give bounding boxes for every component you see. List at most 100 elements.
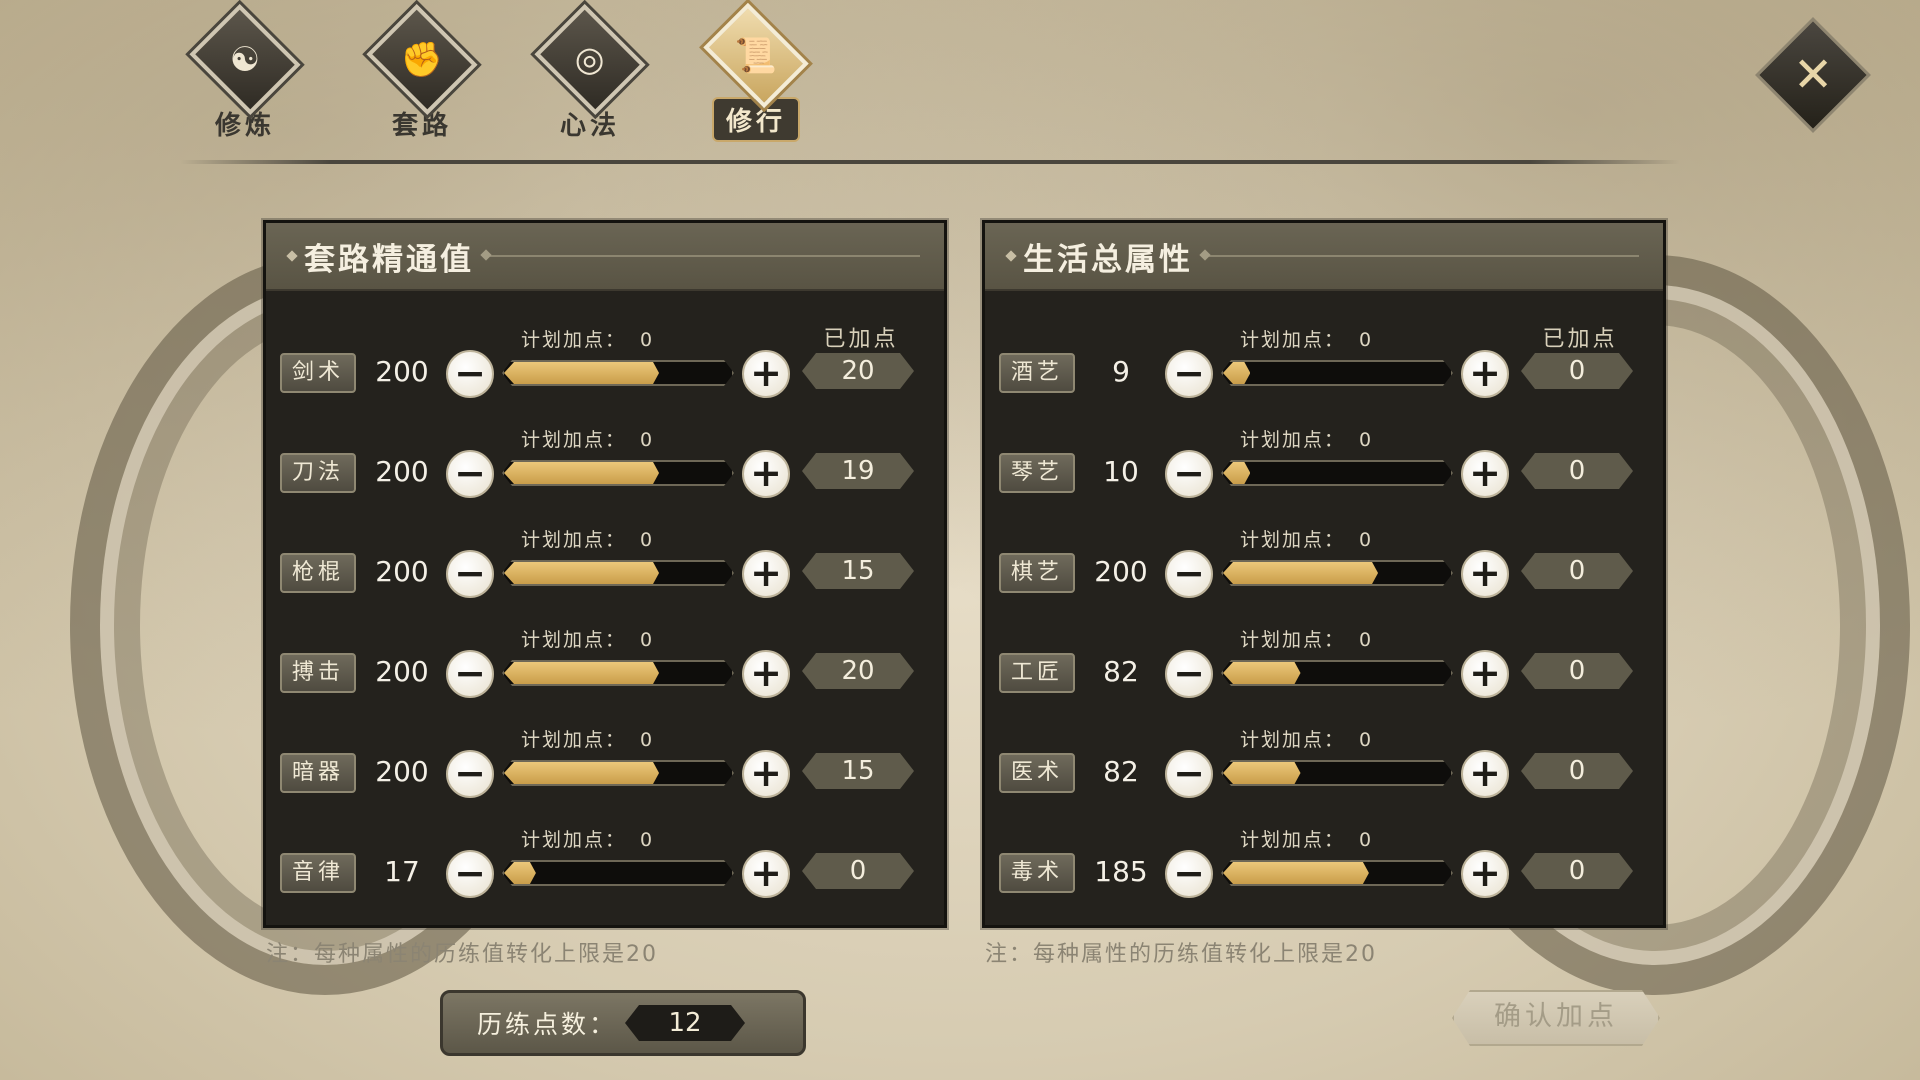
planned-points-value: 0 bbox=[1359, 529, 1374, 551]
progress-fill bbox=[504, 762, 659, 784]
increase-button[interactable]: + bbox=[742, 650, 790, 698]
decrease-button[interactable]: − bbox=[446, 850, 494, 898]
progress-fill bbox=[504, 862, 536, 884]
attribute-row: 毒术 185 计划加点： 0 − +0 bbox=[985, 803, 1663, 903]
decrease-button[interactable]: − bbox=[1165, 850, 1213, 898]
progress-bar bbox=[1221, 560, 1453, 586]
decrease-button[interactable]: − bbox=[1165, 750, 1213, 798]
progress-bar bbox=[1221, 360, 1453, 386]
tab-mind-method[interactable]: ◎ 心法 bbox=[515, 3, 665, 142]
decrease-button[interactable]: − bbox=[1165, 650, 1213, 698]
close-icon: ✕ bbox=[1792, 47, 1834, 103]
attribute-value: 200 bbox=[375, 455, 429, 488]
conversion-note-right: 注：每种属性的历练值转化上限是20 bbox=[985, 942, 1377, 967]
attribute-name: 搏击 bbox=[280, 653, 356, 693]
decrease-button[interactable]: − bbox=[1165, 550, 1213, 598]
planned-points: 计划加点： 0 bbox=[521, 725, 654, 752]
progress-bar bbox=[502, 360, 734, 386]
decrease-button[interactable]: − bbox=[446, 550, 494, 598]
decrease-button[interactable]: − bbox=[1165, 450, 1213, 498]
increase-button[interactable]: + bbox=[742, 850, 790, 898]
flame-yin-yang-icon: ☯ bbox=[229, 39, 261, 80]
attribute-name: 暗器 bbox=[280, 753, 356, 793]
progress-bar bbox=[502, 660, 734, 686]
increase-button[interactable]: + bbox=[1461, 550, 1509, 598]
planned-points-label: 计划加点： bbox=[1240, 729, 1346, 751]
increase-button[interactable]: + bbox=[742, 550, 790, 598]
swirl-icon: ◎ bbox=[575, 39, 605, 80]
tab-practice[interactable]: 📜 修行 bbox=[681, 2, 831, 142]
planned-points-value: 0 bbox=[640, 529, 655, 551]
planned-points-value: 0 bbox=[640, 729, 655, 751]
attribute-name: 枪棍 bbox=[280, 553, 356, 593]
added-points-value: 15 bbox=[802, 553, 914, 589]
attribute-row: 琴艺 10 计划加点： 0 − +0 bbox=[985, 403, 1663, 503]
planned-points-label: 计划加点： bbox=[521, 529, 627, 551]
attribute-name: 琴艺 bbox=[999, 453, 1075, 493]
attribute-row: 酒艺 9 计划加点： 0 − +0 bbox=[985, 303, 1663, 403]
decrease-button[interactable]: − bbox=[446, 450, 494, 498]
planned-points-value: 0 bbox=[1359, 629, 1374, 651]
header-ornament bbox=[286, 250, 298, 262]
increase-button[interactable]: + bbox=[1461, 850, 1509, 898]
scroll-icon: 📜 bbox=[734, 35, 778, 76]
increase-button[interactable]: + bbox=[742, 750, 790, 798]
attribute-name: 刀法 bbox=[280, 453, 356, 493]
attribute-row: 医术 82 计划加点： 0 − +0 bbox=[985, 703, 1663, 803]
attribute-row: 工匠 82 计划加点： 0 − +0 bbox=[985, 603, 1663, 703]
progress-fill bbox=[1223, 762, 1301, 784]
planned-points: 计划加点： 0 bbox=[1240, 525, 1373, 552]
increase-button[interactable]: + bbox=[1461, 750, 1509, 798]
attribute-name: 毒术 bbox=[999, 853, 1075, 893]
tab-routines[interactable]: ✊ 套路 bbox=[347, 3, 497, 142]
added-points-value: 0 bbox=[1521, 353, 1633, 389]
training-points-display: 历练点数： 12 bbox=[440, 990, 806, 1056]
added-points-value: 0 bbox=[1521, 853, 1633, 889]
increase-button[interactable]: + bbox=[742, 350, 790, 398]
panel-header: 生活总属性 bbox=[985, 223, 1663, 291]
planned-points: 计划加点： 0 bbox=[521, 625, 654, 652]
progress-fill bbox=[504, 662, 659, 684]
planned-points: 计划加点： 0 bbox=[521, 525, 654, 552]
planned-points-value: 0 bbox=[1359, 829, 1374, 851]
attribute-row: 枪棍 200 计划加点： 0 − +15 bbox=[266, 503, 944, 603]
added-points-value: 0 bbox=[1521, 653, 1633, 689]
planned-points-label: 计划加点： bbox=[1240, 329, 1346, 351]
panel-header: 套路精通值 bbox=[266, 223, 944, 291]
close-button[interactable]: ✕ bbox=[1755, 17, 1871, 133]
planned-points-label: 计划加点： bbox=[521, 629, 627, 651]
progress-bar bbox=[502, 760, 734, 786]
attribute-row: 搏击 200 计划加点： 0 − +20 bbox=[266, 603, 944, 703]
decrease-button[interactable]: − bbox=[446, 650, 494, 698]
decrease-button[interactable]: − bbox=[446, 750, 494, 798]
confirm-points-button[interactable]: 确认加点 bbox=[1452, 990, 1660, 1046]
progress-bar bbox=[1221, 660, 1453, 686]
planned-points-value: 0 bbox=[640, 329, 655, 351]
increase-button[interactable]: + bbox=[742, 450, 790, 498]
attribute-value: 17 bbox=[384, 855, 420, 888]
attribute-name: 酒艺 bbox=[999, 353, 1075, 393]
added-points-value: 19 bbox=[802, 453, 914, 489]
routine-mastery-panel: 套路精通值 已加点 剑术 200 计划加点： 0− +20 刀法 200 计划加点： 0− +19… bbox=[263, 220, 947, 928]
decrease-button[interactable]: − bbox=[1165, 350, 1213, 398]
planned-points: 计划加点： 0 bbox=[521, 325, 654, 352]
tab-cultivation[interactable]: ☯ 修炼 bbox=[170, 3, 320, 142]
attribute-value: 9 bbox=[1112, 355, 1130, 388]
progress-fill bbox=[1223, 662, 1301, 684]
added-points-value: 15 bbox=[802, 753, 914, 789]
planned-points: 计划加点： 0 bbox=[1240, 825, 1373, 852]
attribute-name: 剑术 bbox=[280, 353, 356, 393]
header-rule bbox=[490, 255, 920, 257]
planned-points-value: 0 bbox=[640, 629, 655, 651]
increase-button[interactable]: + bbox=[1461, 650, 1509, 698]
planned-points-label: 计划加点： bbox=[1240, 829, 1346, 851]
planned-points: 计划加点： 0 bbox=[1240, 625, 1373, 652]
increase-button[interactable]: + bbox=[1461, 450, 1509, 498]
attribute-value: 200 bbox=[375, 655, 429, 688]
header-divider bbox=[180, 160, 1680, 164]
progress-fill bbox=[1223, 462, 1250, 484]
increase-button[interactable]: + bbox=[1461, 350, 1509, 398]
attribute-row: 剑术 200 计划加点： 0 − +20 bbox=[266, 303, 944, 403]
decrease-button[interactable]: − bbox=[446, 350, 494, 398]
progress-fill bbox=[1223, 362, 1250, 384]
